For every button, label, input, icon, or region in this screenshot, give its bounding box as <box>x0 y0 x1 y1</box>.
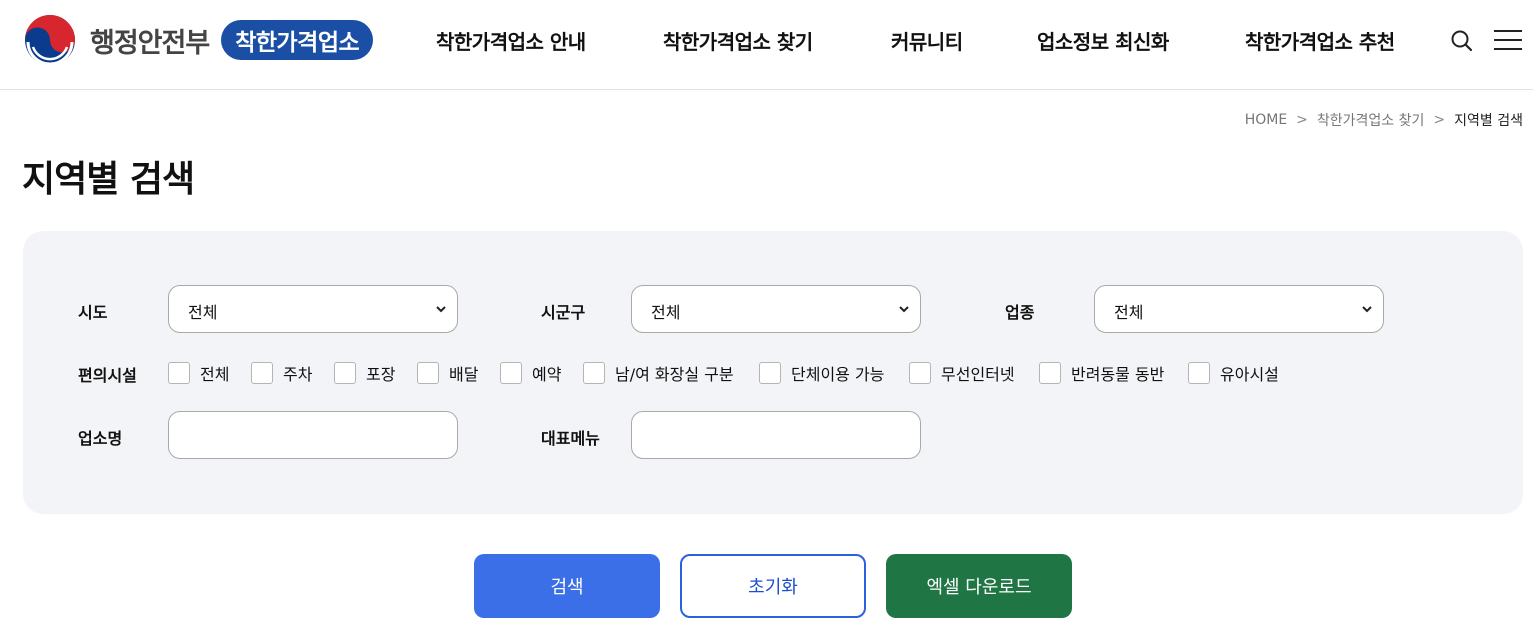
logo[interactable]: 행정안전부 착한가격업소 <box>24 14 374 66</box>
menu-label: 대표메뉴 <box>541 429 600 448</box>
nav-item-recommend[interactable]: 착한가격업소 추천 <box>1245 26 1395 55</box>
sigungu-select[interactable]: 전체 <box>631 285 921 333</box>
checkbox-box[interactable] <box>168 362 190 384</box>
facility-option-label: 주차 <box>283 365 313 384</box>
chevron-down-icon <box>1362 306 1372 313</box>
checkbox-box[interactable] <box>251 362 273 384</box>
facility-option-label: 배달 <box>449 365 479 384</box>
excel-download-button[interactable]: 엑셀 다운로드 <box>886 554 1072 618</box>
industry-select-value: 전체 <box>1114 303 1144 322</box>
chevron-down-icon <box>436 306 446 313</box>
checkbox-box[interactable] <box>909 362 931 384</box>
menu-icon[interactable] <box>1488 24 1528 64</box>
breadcrumb-home[interactable]: HOME <box>1245 112 1287 128</box>
facility-option-label: 남/여 화장실 구분 <box>615 365 734 384</box>
checkbox-box[interactable] <box>1188 362 1210 384</box>
facility-checkbox-wifi[interactable]: 무선인터넷 <box>909 361 1015 385</box>
breadcrumb-current: 지역별 검색 <box>1454 113 1523 129</box>
facilities-label: 편의시설 <box>78 366 137 385</box>
ministry-name: 행정안전부 <box>90 27 210 59</box>
sigungu-label: 시군구 <box>541 303 586 322</box>
facility-option-label: 무선인터넷 <box>941 365 1015 384</box>
facility-option-label: 예약 <box>532 365 562 384</box>
facility-checkbox-kids[interactable]: 유아시설 <box>1188 361 1279 385</box>
industry-select[interactable]: 전체 <box>1094 285 1384 333</box>
breadcrumb-separator: > <box>1296 112 1308 128</box>
facility-checkbox-group[interactable]: 단체이용 가능 <box>759 361 884 385</box>
checkbox-box[interactable] <box>583 362 605 384</box>
shop-name-label: 업소명 <box>78 429 123 448</box>
sigungu-select-value: 전체 <box>651 303 681 322</box>
facility-checkbox-all[interactable]: 전체 <box>168 361 229 385</box>
facility-option-label: 유아시설 <box>1220 365 1279 384</box>
sido-select-value: 전체 <box>188 303 218 322</box>
search-button[interactable]: 검색 <box>474 554 660 618</box>
breadcrumb: HOME > 착한가격업소 찾기 > 지역별 검색 <box>1245 110 1523 130</box>
nav-item-community[interactable]: 커뮤니티 <box>891 26 963 55</box>
facility-checkbox-takeout[interactable]: 포장 <box>334 361 395 385</box>
chevron-down-icon <box>899 306 909 313</box>
industry-label: 업종 <box>1005 303 1035 322</box>
shop-name-input[interactable] <box>168 411 458 459</box>
site-header: 행정안전부 착한가격업소 착한가격업소 안내 착한가격업소 찾기 커뮤니티 업소… <box>0 0 1533 90</box>
checkbox-box[interactable] <box>500 362 522 384</box>
checkbox-box[interactable] <box>1039 362 1061 384</box>
reset-button[interactable]: 초기화 <box>680 554 866 618</box>
facility-checkbox-pets[interactable]: 반려동물 동반 <box>1039 361 1164 385</box>
checkbox-box[interactable] <box>334 362 356 384</box>
facility-checkbox-separate-restroom[interactable]: 남/여 화장실 구분 <box>583 361 734 385</box>
search-icon[interactable] <box>1442 24 1482 64</box>
government-emblem-icon <box>25 15 75 66</box>
facility-option-label: 포장 <box>366 365 396 384</box>
facility-option-label: 단체이용 가능 <box>791 365 885 384</box>
facility-option-label: 반려동물 동반 <box>1071 365 1165 384</box>
facility-checkbox-delivery[interactable]: 배달 <box>417 361 478 385</box>
nav-item-update[interactable]: 업소정보 최신화 <box>1037 26 1169 55</box>
facility-checkbox-reservation[interactable]: 예약 <box>500 361 561 385</box>
breadcrumb-separator: > <box>1433 112 1446 128</box>
checkbox-box[interactable] <box>759 362 781 384</box>
checkbox-box[interactable] <box>417 362 439 384</box>
facility-option-label: 전체 <box>200 365 230 384</box>
nav-item-guide[interactable]: 착한가격업소 안내 <box>436 26 586 55</box>
page-title: 지역별 검색 <box>22 159 195 200</box>
sido-select[interactable]: 전체 <box>168 285 458 333</box>
facility-checkbox-parking[interactable]: 주차 <box>251 361 312 385</box>
nav-item-find[interactable]: 착한가격업소 찾기 <box>663 26 813 55</box>
sido-label: 시도 <box>78 303 108 322</box>
brand-badge: 착한가격업소 <box>221 20 374 60</box>
menu-input[interactable] <box>631 411 921 459</box>
breadcrumb-find[interactable]: 착한가격업소 찾기 <box>1317 110 1425 130</box>
